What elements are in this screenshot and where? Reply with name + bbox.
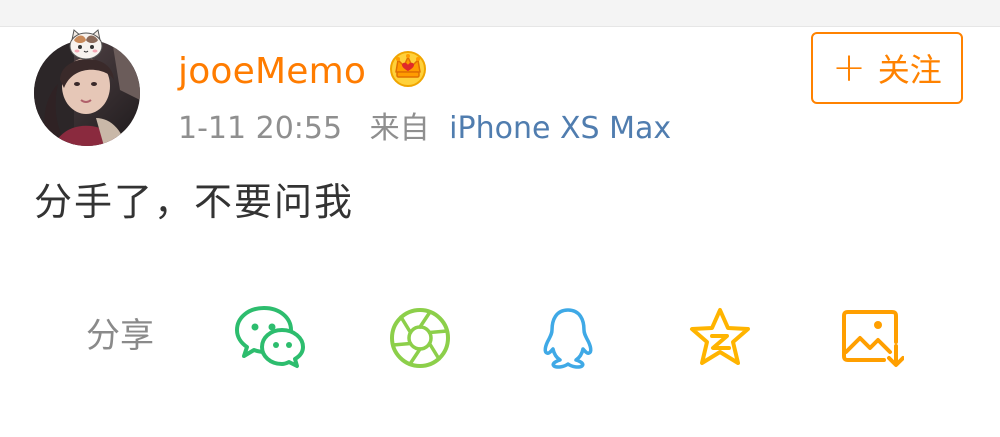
share-label: 分享 xyxy=(86,316,154,356)
username[interactable]: jooeMemo xyxy=(178,50,366,94)
source-prefix: 来自 xyxy=(369,111,430,146)
moments-icon[interactable] xyxy=(388,306,452,370)
plus-icon: + xyxy=(832,45,866,91)
wechat-icon[interactable] xyxy=(234,304,306,370)
timestamp: 1-11 20:55 xyxy=(178,111,343,146)
top-divider-strip xyxy=(0,0,1000,27)
follow-button-label: 关注 xyxy=(877,51,942,89)
qzone-icon[interactable] xyxy=(688,306,752,368)
post-content: 分手了，不要问我 xyxy=(34,180,355,224)
save-image-icon[interactable] xyxy=(840,308,904,368)
cat-sticker-icon xyxy=(66,28,106,62)
source-device-link[interactable]: iPhone XS Max xyxy=(449,111,671,146)
qq-icon[interactable] xyxy=(540,306,596,370)
post-meta: 1-11 20:55 来自 iPhone XS Max xyxy=(178,109,671,149)
vip-crown-icon[interactable] xyxy=(388,48,428,88)
follow-button[interactable]: + 关注 xyxy=(811,32,963,104)
